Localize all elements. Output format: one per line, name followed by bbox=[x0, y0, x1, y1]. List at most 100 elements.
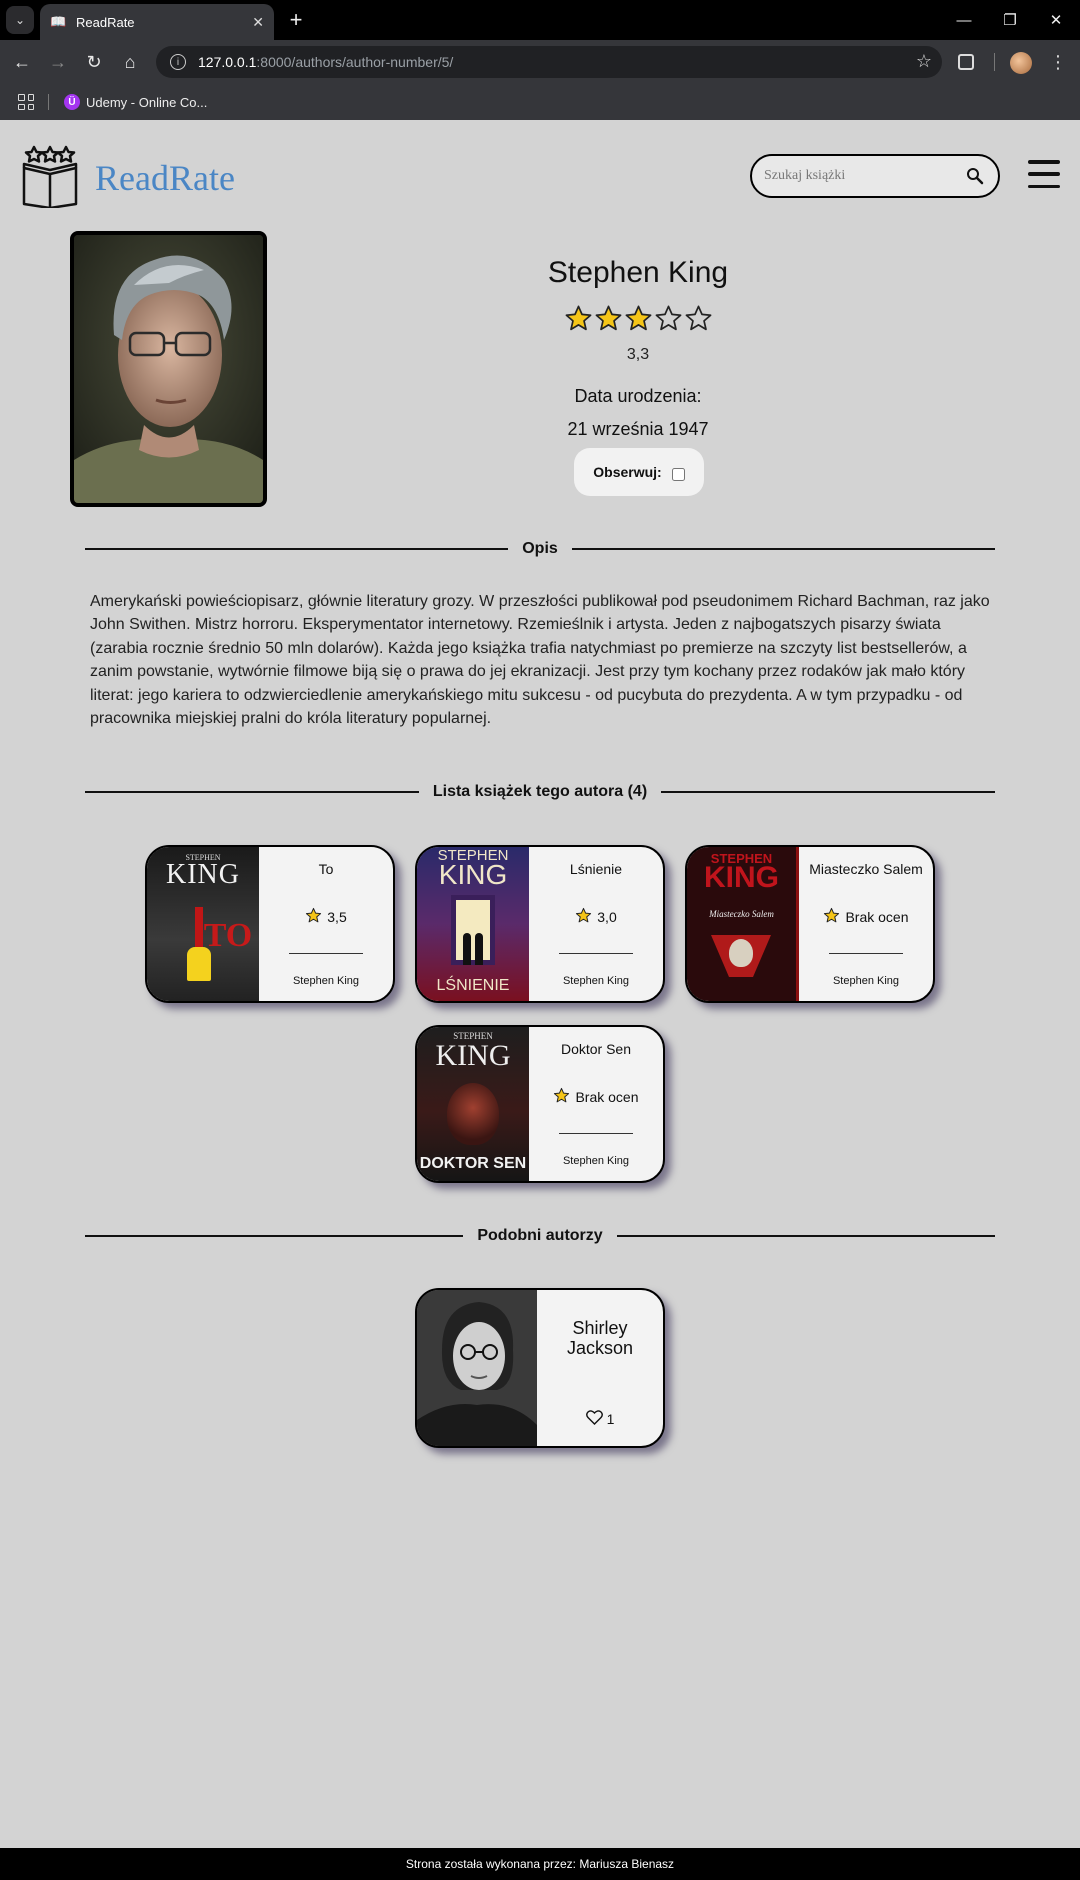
similar-author-card[interactable]: Shirley Jackson 1 bbox=[415, 1288, 665, 1448]
bookmark-udemy[interactable]: Ü Udemy - Online Co... bbox=[64, 92, 207, 112]
book-favicon-icon: 📖 bbox=[50, 14, 67, 29]
author-portrait bbox=[70, 231, 267, 507]
birth-date-value: 21 września 1947 bbox=[567, 419, 709, 439]
star-icon bbox=[305, 907, 322, 927]
cover-brand: KING bbox=[435, 1039, 511, 1072]
back-button[interactable]: ← bbox=[8, 48, 36, 76]
similar-author-photo bbox=[417, 1290, 537, 1446]
search-box bbox=[750, 154, 1000, 198]
author-rating-stars bbox=[488, 304, 788, 338]
divider-line bbox=[85, 791, 419, 793]
home-button[interactable]: ⌂ bbox=[116, 48, 144, 76]
tab-search-button[interactable]: ⌄ bbox=[6, 6, 34, 34]
window-close-button[interactable]: ✕ bbox=[1036, 6, 1076, 34]
divider-line bbox=[571, 548, 995, 550]
empty-star-icon bbox=[654, 304, 683, 338]
new-tab-button[interactable]: + bbox=[282, 6, 310, 34]
follow-checkbox[interactable] bbox=[671, 467, 685, 481]
book-rating: Brak ocen bbox=[529, 1087, 663, 1107]
door-decoration bbox=[451, 895, 495, 965]
tab-readrate[interactable]: 📖 ReadRate ✕ bbox=[40, 4, 274, 40]
star-icon bbox=[823, 907, 840, 927]
book-rating-value: 3,0 bbox=[597, 909, 617, 925]
bookmark-label: Udemy - Online Co... bbox=[86, 94, 208, 110]
cover-title: Miasteczko Salem bbox=[709, 909, 774, 919]
browser-chrome: ⌄ 📖 ReadRate ✕ + — ❐ ✕ ← → ↻ ⌂ i 127.0.0… bbox=[0, 0, 1080, 120]
divider-line bbox=[85, 1235, 464, 1237]
address-bar[interactable]: i 127.0.0.1:8000/authors/author-number/5… bbox=[156, 46, 942, 78]
vampire-face-decoration bbox=[729, 939, 753, 967]
book-card[interactable]: STEPHEN KING Miasteczko Salem Miasteczko… bbox=[685, 845, 935, 1003]
filled-star-icon bbox=[624, 304, 653, 338]
readrate-logo-icon[interactable] bbox=[20, 144, 80, 210]
book-title: Doktor Sen bbox=[560, 1041, 632, 1057]
description-divider: Opis bbox=[85, 537, 995, 561]
book-rating: 3,5 bbox=[259, 907, 393, 927]
arrow-left-icon: ← bbox=[13, 51, 31, 72]
twin-figure-left bbox=[463, 933, 471, 965]
description-heading: Opis bbox=[522, 540, 558, 557]
book-cover: STEPHEN KING LŚNIENIE bbox=[417, 847, 529, 1001]
toolbar-separator bbox=[994, 53, 995, 71]
home-icon: ⌂ bbox=[124, 51, 136, 72]
apps-grid-icon[interactable] bbox=[18, 94, 34, 110]
book-card[interactable]: STEPHEN KING LŚNIENIE Lśnienie 3,0 Steph… bbox=[415, 845, 665, 1003]
bookmark-star-icon[interactable]: ☆ bbox=[916, 51, 932, 72]
cover-brand: KING bbox=[704, 861, 779, 894]
cover-title: LŚNIENIE bbox=[436, 977, 510, 994]
author-rating-value: 3,3 bbox=[626, 346, 650, 363]
tab-title: ReadRate bbox=[76, 14, 135, 30]
browser-toolbar: ← → ↻ ⌂ i 127.0.0.1:8000/authors/author-… bbox=[0, 40, 1080, 84]
follow-box: Obserwuj: bbox=[574, 448, 704, 496]
book-card-body: Lśnienie 3,0 Stephen King bbox=[529, 847, 663, 1001]
profile-avatar[interactable] bbox=[1010, 52, 1032, 74]
face-decoration bbox=[447, 1083, 499, 1145]
book-card-body: Miasteczko Salem Brak ocen Stephen King bbox=[799, 847, 933, 1001]
heart-icon[interactable] bbox=[585, 1410, 603, 1428]
restore-button[interactable]: ❐ bbox=[990, 6, 1030, 34]
minimize-button[interactable]: — bbox=[944, 6, 984, 34]
tab-bar: ⌄ 📖 ReadRate ✕ + — ❐ ✕ bbox=[0, 0, 1080, 40]
book-rating-value: Brak ocen bbox=[575, 1089, 639, 1105]
similar-author-body: Shirley Jackson 1 bbox=[537, 1290, 663, 1446]
divider-line bbox=[85, 548, 509, 550]
book-card[interactable]: STEPHEN KING DOKTOR SEN Doktor Sen Brak … bbox=[415, 1025, 665, 1183]
cover-brand: KING bbox=[166, 859, 240, 890]
filled-star-icon bbox=[594, 304, 623, 338]
browser-menu-icon[interactable]: ⋮ bbox=[1048, 48, 1068, 76]
forward-button[interactable]: → bbox=[44, 48, 72, 76]
footer-credit: Strona została wykonana przez: Mariusza … bbox=[405, 1857, 675, 1871]
site-info-icon[interactable]: i bbox=[170, 54, 186, 70]
url-host: 127.0.0.1 bbox=[198, 54, 257, 70]
book-title: Lśnienie bbox=[569, 861, 623, 877]
hamburger-menu-icon[interactable] bbox=[1028, 160, 1060, 188]
card-divider bbox=[559, 1133, 633, 1134]
book-title: Miasteczko Salem bbox=[809, 861, 923, 877]
close-icon[interactable]: ✕ bbox=[252, 14, 264, 31]
book-card[interactable]: STEPHEN KING TO To 3,5 Stephen King bbox=[145, 845, 395, 1003]
similar-author-name: Shirley Jackson bbox=[566, 1318, 634, 1358]
reload-button[interactable]: ↻ bbox=[80, 48, 108, 76]
filled-star-icon bbox=[564, 304, 593, 338]
divider-line bbox=[616, 1235, 996, 1237]
empty-star-icon bbox=[684, 304, 713, 338]
book-cover: STEPHEN KING TO bbox=[147, 847, 259, 1001]
footer: Strona została wykonana przez: Mariusza … bbox=[0, 1848, 1080, 1880]
brand-name[interactable]: ReadRate bbox=[95, 157, 235, 199]
book-rating: Brak ocen bbox=[799, 907, 933, 927]
extensions-icon[interactable] bbox=[958, 54, 974, 70]
cover-brand: KING bbox=[438, 859, 508, 890]
twin-figure-right bbox=[475, 933, 483, 965]
book-author: Stephen King bbox=[562, 975, 630, 987]
search-icon[interactable] bbox=[964, 165, 986, 187]
udemy-icon: Ü bbox=[64, 94, 80, 110]
divider-line bbox=[661, 791, 996, 793]
url-path: :8000/authors/author-number/5/ bbox=[256, 54, 454, 70]
likes-count: 1 bbox=[606, 1411, 615, 1427]
plus-icon: + bbox=[289, 7, 303, 32]
search-input[interactable] bbox=[764, 168, 964, 184]
book-card-body: Doktor Sen Brak ocen Stephen King bbox=[529, 1027, 663, 1181]
book-author: Stephen King bbox=[562, 1155, 630, 1167]
follow-label: Obserwuj: bbox=[593, 464, 662, 480]
bookmarks-bar: Ü Udemy - Online Co... bbox=[0, 84, 1080, 120]
